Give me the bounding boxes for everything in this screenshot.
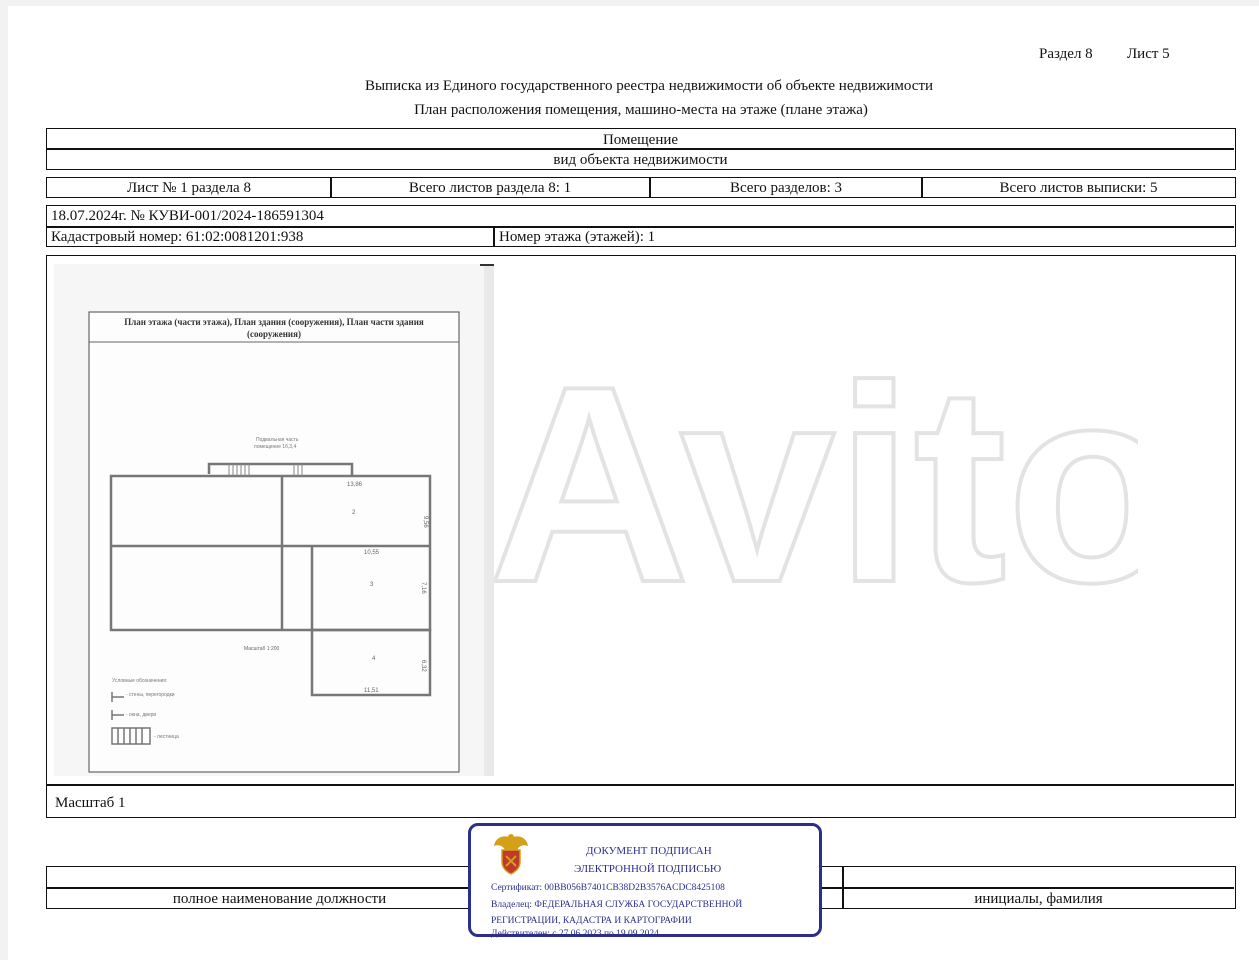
document-title: Выписка из Единого государственного реес… [364, 78, 934, 94]
plan-scale-note: Масштаб 1:200 [244, 646, 280, 652]
object-table: Помещение вид объекта недвижимости [46, 128, 1236, 170]
dimension-label: 9,56 [422, 516, 428, 528]
total-sheets-section: Всего листов раздела 8: 1 [408, 180, 572, 196]
stamp-line2: ЭЛЕКТРОННОЙ ПОДПИСЬЮ [574, 863, 722, 875]
legend-title: Условные обозначения: [112, 678, 167, 684]
stamp-line1: ДОКУМЕНТ ПОДПИСАН [586, 845, 712, 857]
record-table: 18.07.2024г. № КУВИ-001/2024-186591304 К… [46, 205, 1236, 247]
signature-position-label: полное наименование должности [172, 891, 387, 907]
total-sections: Всего разделов: 3 [729, 180, 843, 196]
stamp-valid: Действителен: с 27.06.2023 по 19.09.2024 [491, 929, 659, 939]
stamp-owner-line1: Владелец: ФЕДЕРАЛЬНАЯ СЛУЖБА ГОСУДАРСТВЕ… [491, 900, 743, 910]
floor-plan-image: План этажа (части этажа), План здания (с… [54, 264, 494, 776]
record-date-number: 18.07.2024г. № КУВИ-001/2024-186591304 [51, 208, 324, 224]
object-kind: вид объекта недвижимости [553, 152, 728, 168]
stamp-owner-line2: РЕГИСТРАЦИИ, КАДАСТРА И КАРТОГРАФИИ [491, 916, 692, 926]
document-page: Раздел 8 Лист 5 Выписка из Единого госуд… [8, 6, 1259, 960]
plan-title-line2: (сооружения) [247, 329, 301, 339]
stamp-certificate: Сертификат: 00BB056B7401CB38D2B3576ACDC8… [491, 883, 725, 893]
legend-item: - окна, двери [126, 712, 156, 718]
legend-item: - стены, перегородки [126, 692, 175, 698]
section-number: Раздел 8 [1039, 46, 1093, 62]
dimension-label: 6,32 [420, 660, 426, 672]
legend-item: - лестница [154, 734, 179, 740]
sheets-table: Лист № 1 раздела 8 Всего листов раздела … [46, 177, 1236, 198]
dimension-label: 13,86 [347, 482, 363, 488]
total-sheets-extract: Всего листов выписки: 5 [999, 180, 1158, 196]
sheet-of-section: Лист № 1 раздела 8 [127, 180, 251, 196]
plan-note-line1: Подвальная часть [256, 437, 299, 443]
plan-title-line1: План этажа (части этажа), План здания (с… [124, 317, 424, 327]
scale-label: Масштаб 1 [55, 795, 126, 811]
document-subtitle: План расположения помещения, машино-мест… [414, 102, 868, 118]
russian-emblem-icon [494, 834, 528, 875]
sheet-number: Лист 5 [1127, 46, 1170, 62]
floor-number: Номер этажа (этажей): 1 [499, 229, 656, 245]
cadastral-number: Кадастровый номер: 61:02:0081201:938 [51, 229, 304, 245]
signature-name-label: инициалы, фамилия [974, 891, 1103, 907]
dimension-label: 10,55 [364, 550, 380, 556]
dimension-label: 11,51 [364, 688, 379, 694]
plan-note-line2: помещение 1б,3,4 [254, 444, 296, 450]
object-name: Помещение [602, 132, 679, 148]
dimension-label: 7,16 [420, 582, 426, 594]
electronic-signature-stamp: ДОКУМЕНТ ПОДПИСАН ЭЛЕКТРОННОЙ ПОДПИСЬЮ С… [468, 823, 822, 939]
